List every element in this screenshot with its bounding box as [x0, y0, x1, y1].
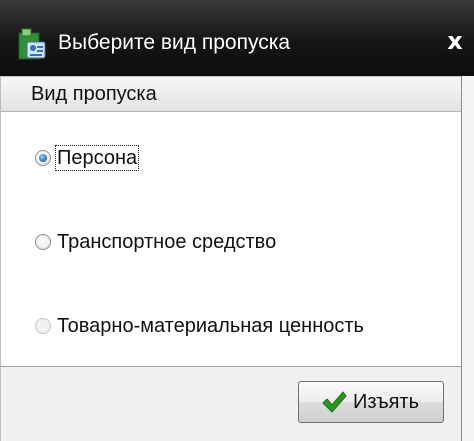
- pass-type-panel: Вид пропуска Персона Транспортное средст…: [0, 76, 462, 366]
- option-label-vehicle: Транспортное средство: [57, 231, 277, 253]
- radio-option-person[interactable]: Персона: [35, 143, 140, 173]
- option-label-person: Персона: [54, 145, 140, 171]
- option-label-goods: Товарно-материальная ценность: [57, 315, 364, 337]
- pass-card-icon: [18, 28, 46, 60]
- radio-button-checked[interactable]: [35, 150, 51, 166]
- withdraw-button[interactable]: Изъять: [298, 381, 444, 423]
- checkmark-icon: [322, 391, 347, 413]
- withdraw-button-label: Изъять: [353, 391, 420, 413]
- radio-button-disabled[interactable]: [35, 318, 51, 334]
- radio-button[interactable]: [35, 234, 51, 250]
- panel-header: Вид пропуска: [1, 76, 461, 112]
- radio-option-goods[interactable]: Товарно-материальная ценность: [35, 311, 365, 341]
- radio-option-vehicle[interactable]: Транспортное средство: [35, 227, 277, 257]
- panel-title: Вид пропуска: [31, 83, 157, 105]
- window-title: Выберите вид пропуска: [58, 31, 291, 54]
- dialog-window: Выберите вид пропуска x Вид пропуска Пер…: [0, 0, 474, 441]
- dialog-footer: Изъять: [0, 366, 462, 441]
- close-icon[interactable]: x: [440, 26, 470, 56]
- title-bar[interactable]: Выберите вид пропуска x: [0, 0, 474, 76]
